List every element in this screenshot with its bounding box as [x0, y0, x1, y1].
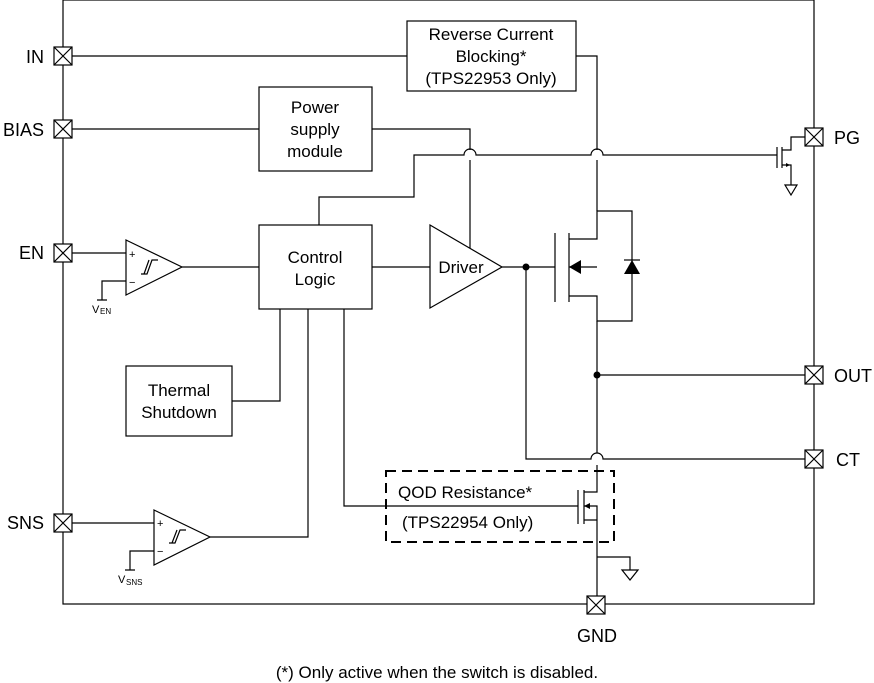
pin-en-label: EN	[19, 243, 44, 263]
psm-line-3: module	[287, 142, 343, 161]
qod-mosfet-icon	[577, 482, 598, 530]
pin-in: IN	[26, 46, 73, 67]
pin-bias-label: BIAS	[3, 120, 44, 140]
pg-mosfet-icon	[776, 136, 805, 197]
thermal-line-2: Shutdown	[141, 403, 217, 422]
pin-out: OUT	[804, 365, 872, 386]
pin-ct-label: CT	[836, 450, 860, 470]
en-comparator: + −	[125, 239, 184, 296]
driver-block: Driver	[429, 223, 504, 310]
control-logic-line-2: Logic	[295, 270, 336, 289]
v-en-reference: V EN	[72, 252, 126, 316]
thermal-line-1: Thermal	[148, 381, 210, 400]
sns-comparator-plus: +	[157, 518, 163, 530]
power-supply-module-block: Power supply module	[258, 86, 373, 172]
pin-en: EN	[19, 243, 73, 263]
pin-ct: CT	[804, 449, 860, 470]
qod-line-2: (TPS22954 Only)	[402, 513, 533, 532]
v-sns-reference: V SNS	[72, 522, 154, 587]
pin-in-label: IN	[26, 47, 44, 67]
pin-pg-label: PG	[834, 128, 860, 148]
sns-comparator: + −	[153, 509, 212, 566]
v-en-sub: EN	[100, 307, 111, 316]
qod-line-1: QOD Resistance*	[398, 483, 533, 502]
rcb-line-2: Blocking*	[456, 47, 527, 66]
junction-dot	[522, 263, 530, 271]
sns-comparator-minus: −	[157, 546, 163, 558]
pin-sns: SNS	[7, 513, 73, 533]
block-diagram: IN BIAS EN SNS PG OUT CT GND Reverse Cur…	[3, 0, 872, 682]
ground-icon	[783, 184, 799, 197]
footnote: (*) Only active when the switch is disab…	[276, 663, 598, 682]
pin-pg: PG	[804, 127, 860, 148]
pin-gnd-label: GND	[577, 626, 617, 646]
pin-out-label: OUT	[834, 366, 872, 386]
junction-dot	[593, 371, 601, 379]
psm-line-1: Power	[291, 98, 340, 117]
v-sns-sub: SNS	[126, 578, 142, 587]
psm-line-2: supply	[290, 120, 340, 139]
pin-bias: BIAS	[3, 119, 73, 140]
v-sns-main: V	[118, 574, 126, 586]
control-logic-line-1: Control	[288, 248, 343, 267]
main-mosfet-icon	[554, 210, 633, 322]
control-logic-block: Control Logic	[258, 224, 373, 310]
rcb-line-3: (TPS22953 Only)	[425, 69, 556, 88]
ground-icon	[620, 569, 640, 581]
en-comparator-minus: −	[129, 277, 135, 289]
driver-label: Driver	[438, 258, 484, 277]
body-diode-icon	[624, 259, 640, 274]
v-en-main: V	[92, 304, 100, 316]
reverse-current-blocking-block: Reverse Current Blocking* (TPS22953 Only…	[406, 20, 577, 92]
pin-sns-label: SNS	[7, 513, 44, 533]
en-comparator-plus: +	[129, 249, 135, 261]
rcb-line-1: Reverse Current	[429, 25, 554, 44]
thermal-shutdown-block: Thermal Shutdown	[125, 365, 233, 437]
